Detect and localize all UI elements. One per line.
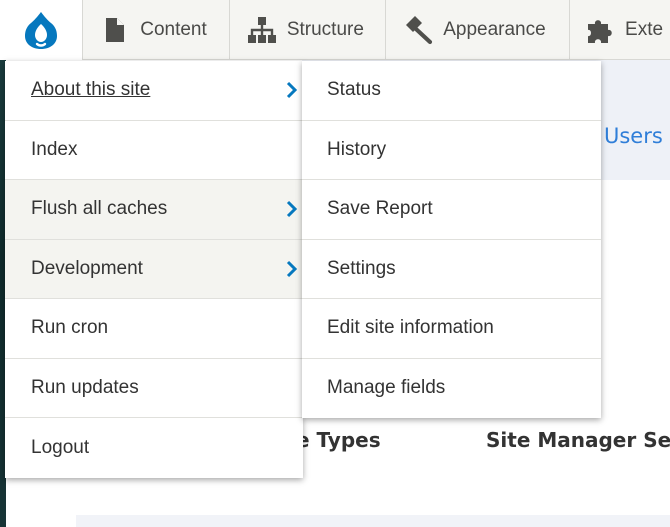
home-button[interactable] — [0, 0, 84, 60]
menu-item-label: Flush all caches — [31, 198, 168, 220]
drupal-logo-icon — [25, 12, 58, 49]
submenu-item-label: Status — [327, 79, 381, 101]
admin-dropdown-menu: About this site Index Flush all caches D… — [5, 61, 303, 478]
page-bottom-band — [76, 515, 670, 527]
tab-structure-label: Structure — [286, 19, 364, 40]
structure-icon — [246, 14, 278, 46]
menu-item-run-updates[interactable]: Run updates — [5, 359, 303, 418]
chevron-right-icon — [285, 80, 299, 100]
menu-item-development[interactable]: Development — [5, 239, 303, 299]
tab-appearance[interactable]: Appearance — [386, 0, 571, 60]
menu-item-index[interactable]: Index — [5, 121, 303, 180]
tab-appearance-label: Appearance — [443, 19, 546, 40]
submenu-item-manage-fields[interactable]: Manage fields — [302, 359, 601, 419]
chevron-right-icon — [285, 259, 299, 279]
submenu-item-edit-site-information[interactable]: Edit site information — [302, 299, 601, 359]
tab-extend[interactable]: Exte — [570, 0, 670, 60]
menu-item-label: Run updates — [31, 376, 139, 398]
about-site-submenu: Status History Save Report Settings Edit… — [302, 61, 601, 418]
submenu-item-label: History — [327, 138, 387, 160]
chevron-right-icon — [285, 199, 299, 219]
menu-item-label: Logout — [31, 436, 90, 458]
admin-toolbar: Content Structure Appearance Exte — [0, 0, 670, 60]
submenu-item-label: Settings — [327, 257, 396, 279]
puzzle-icon — [586, 14, 616, 46]
submenu-item-save-report[interactable]: Save Report — [302, 180, 601, 240]
menu-item-label: Development — [31, 257, 143, 279]
menu-item-about-this-site[interactable]: About this site — [5, 61, 303, 121]
tab-extend-label: Exte — [625, 19, 664, 40]
submenu-item-label: Save Report — [327, 198, 433, 220]
submenu-item-history[interactable]: History — [302, 121, 601, 180]
site-manager-heading: Site Manager Se — [486, 428, 670, 452]
submenu-item-label: Edit site information — [327, 317, 494, 339]
submenu-item-settings[interactable]: Settings — [302, 240, 601, 299]
users-link[interactable]: Users — [604, 124, 663, 148]
menu-item-flush-all-caches[interactable]: Flush all caches — [5, 180, 303, 240]
paintbrush-icon — [402, 14, 434, 46]
submenu-item-label: Manage fields — [327, 377, 446, 399]
menu-item-label: About this site — [31, 79, 151, 101]
menu-item-label: Index — [31, 138, 78, 160]
menu-item-logout[interactable]: Logout — [5, 418, 303, 478]
menu-item-run-cron[interactable]: Run cron — [5, 299, 303, 359]
menu-item-label: Run cron — [31, 317, 109, 339]
tab-structure[interactable]: Structure — [230, 0, 387, 60]
file-icon — [99, 14, 131, 46]
tab-content-label: Content — [140, 19, 207, 40]
content-types-heading: e Types — [296, 428, 381, 452]
tab-content[interactable]: Content — [83, 0, 230, 60]
submenu-item-status[interactable]: Status — [302, 61, 601, 121]
